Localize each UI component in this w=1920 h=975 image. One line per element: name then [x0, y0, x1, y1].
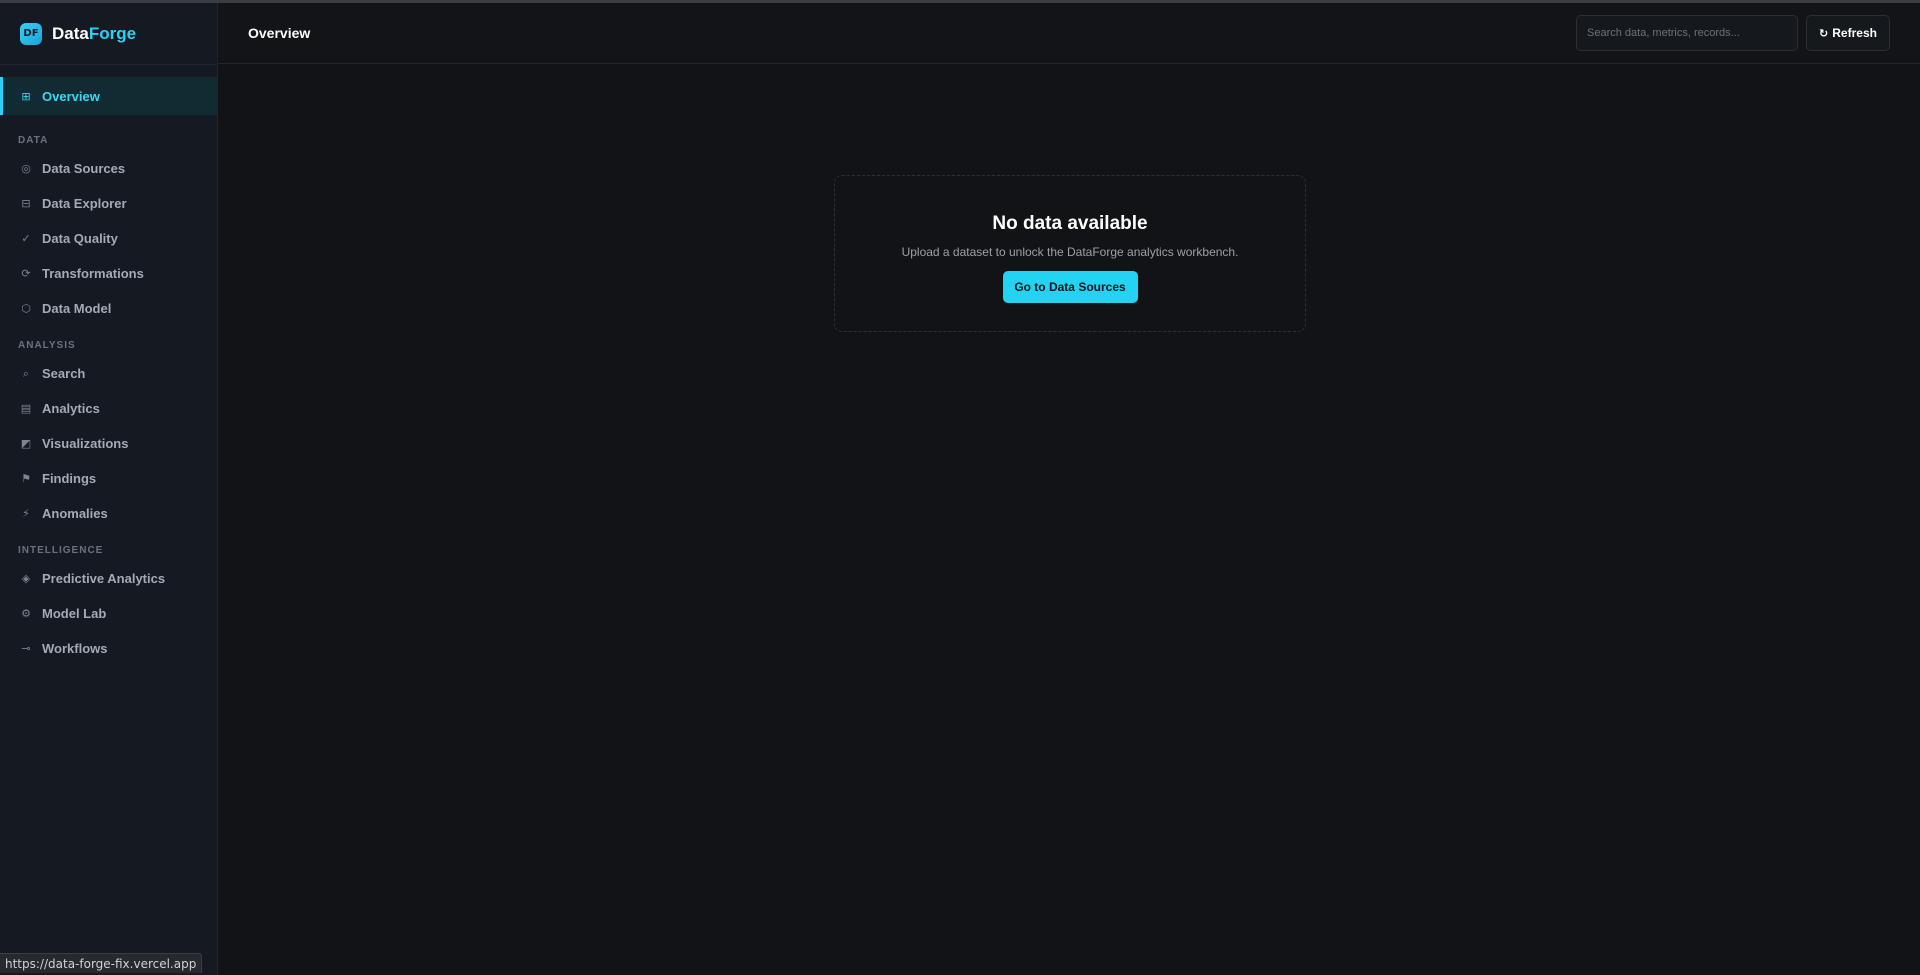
sidebar-item-label: Transformations — [42, 266, 144, 281]
check-icon: ✓ — [21, 232, 31, 245]
refresh-label: Refresh — [1832, 26, 1877, 40]
sidebar-item-label: Model Lab — [42, 606, 107, 621]
sidebar-item-label: Data Explorer — [42, 196, 127, 211]
sidebar-item-model-lab[interactable]: ⚙ Model Lab — [0, 596, 217, 631]
brand-name-part2: Forge — [88, 23, 137, 43]
brand[interactable]: DF DataForge — [0, 3, 217, 65]
sidebar-item-data-quality[interactable]: ✓ Data Quality — [0, 221, 217, 256]
logo-icon: DF — [20, 22, 42, 45]
diamond-icon: ◈ — [21, 572, 31, 585]
sidebar-item-label: Anomalies — [42, 506, 108, 521]
grid-icon: ⊞ — [21, 89, 31, 103]
section-label-intelligence: INTELLIGENCE — [18, 545, 104, 556]
empty-state-subtitle: Upload a dataset to unlock the DataForge… — [901, 245, 1239, 259]
refresh-icon: ↻ — [1819, 26, 1829, 40]
sidebar-item-overview[interactable]: ⊞ Overview — [0, 77, 217, 115]
search-input[interactable] — [1576, 15, 1798, 51]
arrow-icon: ⊸ — [21, 642, 31, 655]
bar-chart-icon: ▤ — [20, 402, 32, 415]
sidebar-item-anomalies[interactable]: ⚡ Anomalies — [0, 496, 217, 531]
section-label-data: DATA — [18, 135, 49, 146]
page-title: Overview — [248, 25, 311, 41]
sidebar-item-label: Findings — [42, 471, 97, 486]
sidebar-item-transformations[interactable]: ⟳ Transformations — [0, 256, 217, 291]
hexagon-icon: ⬡ — [21, 302, 31, 315]
sidebar-item-label: Analytics — [42, 401, 100, 416]
sidebar-item-data-sources[interactable]: ◎ Data Sources — [0, 151, 217, 186]
lightning-icon: ⚡ — [22, 507, 30, 520]
sidebar-item-label: Search — [42, 366, 86, 381]
brand-name: DataForge — [52, 24, 136, 44]
transform-icon: ⟳ — [21, 267, 31, 280]
gear-icon: ⚙ — [21, 607, 31, 620]
brand-name-part1: Data — [52, 23, 89, 43]
section-label-analysis: ANALYSIS — [18, 340, 76, 351]
status-bar-url: https://data-forge-fix.vercel.app — [0, 953, 203, 973]
empty-state-card: No data available Upload a dataset to un… — [834, 175, 1306, 332]
sidebar-item-label: Visualizations — [42, 436, 129, 451]
sidebar-item-data-explorer[interactable]: ⊟ Data Explorer — [0, 186, 217, 221]
sidebar-item-findings[interactable]: ⚑ Findings — [0, 461, 217, 496]
chart-icon: ◩ — [20, 437, 32, 450]
sidebar-item-label: Data Sources — [42, 161, 126, 176]
search-icon: ⌕ — [22, 366, 30, 380]
table-icon: ⊟ — [21, 197, 31, 210]
sidebar-item-label: Data Quality — [42, 231, 118, 246]
sidebar-item-search[interactable]: ⌕ Search — [0, 356, 217, 391]
sidebar-nav: ⊞ Overview DATA ◎ Data Sources ⊟ Data Ex… — [0, 65, 217, 666]
sidebar-item-data-model[interactable]: ⬡ Data Model — [0, 291, 217, 326]
sidebar-item-label: Overview — [42, 88, 100, 104]
database-icon: ◎ — [21, 162, 31, 175]
empty-state-title: No data available — [992, 213, 1148, 234]
sidebar-item-analytics[interactable]: ▤ Analytics — [0, 391, 217, 426]
sidebar: DF DataForge ⊞ Overview DATA ◎ Data Sour… — [0, 3, 218, 975]
sidebar-item-predictive-analytics[interactable]: ◈ Predictive Analytics — [0, 561, 217, 596]
go-to-data-sources-button[interactable]: Go to Data Sources — [1002, 271, 1138, 303]
top-bar: Overview ↻ Refresh — [218, 3, 1920, 64]
refresh-button[interactable]: ↻ Refresh — [1806, 15, 1890, 51]
sidebar-item-label: Data Model — [42, 301, 112, 316]
flag-icon: ⚑ — [21, 472, 31, 485]
sidebar-item-visualizations[interactable]: ◩ Visualizations — [0, 426, 217, 461]
sidebar-item-workflows[interactable]: ⊸ Workflows — [0, 631, 217, 666]
sidebar-item-label: Workflows — [42, 641, 108, 656]
sidebar-item-label: Predictive Analytics — [42, 571, 166, 586]
